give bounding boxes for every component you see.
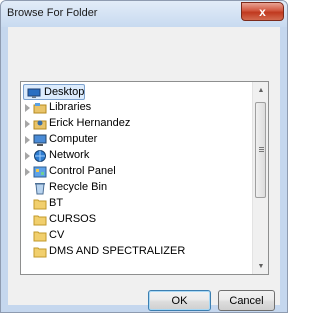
scroll-down-button[interactable]: ▼ (253, 258, 268, 274)
tree-item-label: Erick Hernandez (49, 117, 131, 129)
expand-arrow-icon[interactable] (25, 120, 30, 128)
scroll-up-button[interactable]: ▲ (253, 82, 268, 98)
tree-item-label: BT (49, 197, 64, 209)
expand-arrow-icon[interactable] (25, 104, 30, 112)
scrollbar-thumb[interactable] (255, 102, 266, 198)
tree-item-computer[interactable]: Computer (21, 132, 251, 148)
tree-item-user[interactable]: Erick Hernandez (21, 116, 251, 132)
tree-item-label: Recycle Bin (49, 181, 108, 193)
grip-line (259, 149, 264, 150)
folder-icon (33, 231, 47, 242)
tree-item-libraries[interactable]: Libraries (21, 100, 251, 116)
ok-button[interactable]: OK (148, 290, 211, 311)
tree-item-label: Computer (49, 133, 98, 145)
expand-arrow-icon[interactable] (25, 168, 30, 176)
folder-icon (33, 247, 47, 258)
folder-icon (33, 215, 47, 226)
cancel-button[interactable]: Cancel (218, 290, 275, 311)
tree-item-control-panel[interactable]: Control Panel (21, 164, 251, 180)
tree-item-recycle-bin[interactable]: Recycle Bin (21, 180, 251, 196)
user-folder-icon (33, 120, 47, 130)
libraries-icon (33, 103, 47, 114)
control-panel-icon (33, 166, 47, 178)
grip-line (259, 151, 264, 152)
computer-icon (33, 134, 47, 146)
network-icon (34, 150, 46, 162)
tree-item-label: Desktop (44, 86, 85, 98)
folder-tree[interactable]: Desktop Libraries Erick Hernandez Comput… (20, 81, 269, 275)
close-button[interactable]: x (241, 2, 284, 21)
expand-arrow-icon[interactable] (25, 152, 30, 160)
title-bar[interactable]: Browse For Folder x (1, 1, 287, 27)
tree-item-label: DMS AND SPECTRALIZER (49, 245, 186, 257)
tree-item-folder-cv[interactable]: CV (21, 228, 251, 244)
tree-item-folder-cursos[interactable]: CURSOS (21, 212, 251, 228)
tree-item-label: Libraries (49, 101, 92, 113)
recycle-bin-icon (35, 183, 45, 195)
tree-item-label: Control Panel (49, 165, 116, 177)
tree-item-label: CV (49, 229, 65, 241)
tree-item-network[interactable]: Network (21, 148, 251, 164)
dialog-body: Desktop Libraries Erick Hernandez Comput… (8, 27, 280, 311)
tree-item-label: Network (49, 149, 90, 161)
vertical-scrollbar[interactable]: ▲ ▼ (252, 82, 268, 274)
browse-for-folder-dialog: Browse For Folder x Desktop Libraries Er… (0, 0, 288, 313)
desktop-icon (27, 88, 41, 98)
grip-line (259, 147, 264, 148)
dialog-title: Browse For Folder (7, 7, 98, 19)
tree-item-label: CURSOS (49, 213, 97, 225)
folder-icon (33, 199, 47, 210)
tree-item-desktop[interactable]: Desktop (23, 84, 85, 100)
tree-item-folder-dms[interactable]: DMS AND SPECTRALIZER (21, 244, 251, 260)
expand-arrow-icon[interactable] (25, 136, 30, 144)
tree-item-folder-bt[interactable]: BT (21, 196, 251, 212)
